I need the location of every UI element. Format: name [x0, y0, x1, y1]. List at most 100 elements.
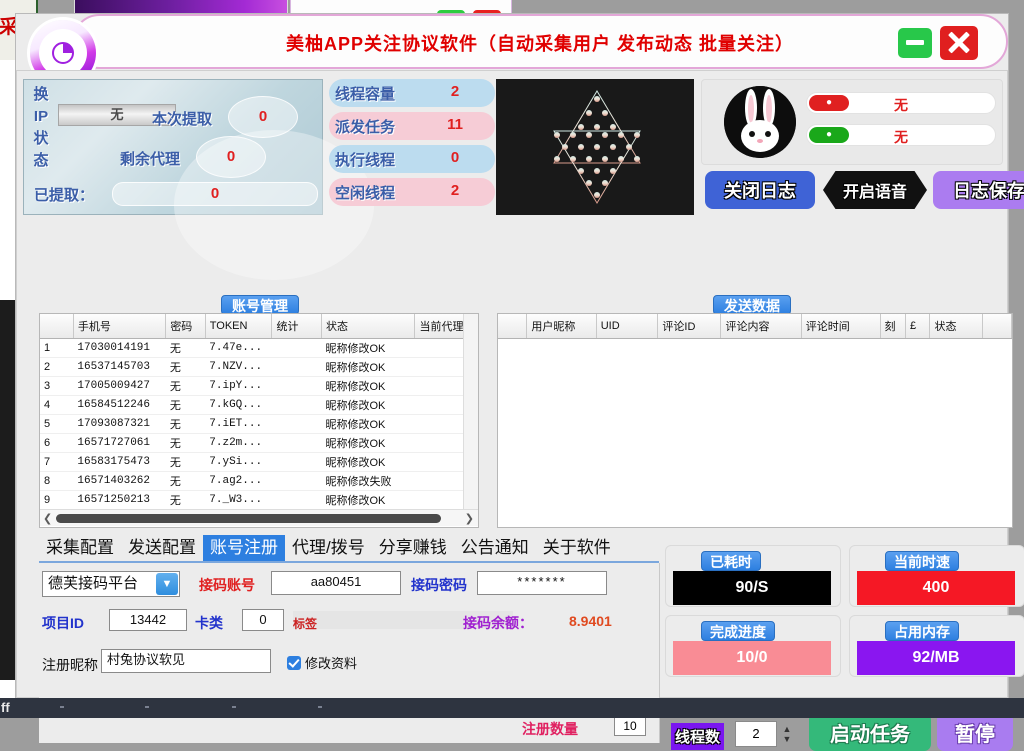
account-grid-table: 手机号密码TOKEN统计状态当前代理 117030014191无7.47e...… — [40, 314, 478, 528]
thread-stat-label: 派发任务 — [335, 116, 395, 137]
table-cell: 无 — [166, 396, 205, 415]
checkbox-checked-icon[interactable] — [287, 656, 301, 670]
send-grid[interactable]: 用户昵称UID评论ID评论内容评论时间刻£状态 — [497, 313, 1013, 528]
table-row[interactable]: 716583175473无7.ySi...昵称修改OK — [40, 453, 478, 472]
send-grid-column-header[interactable]: £ — [906, 314, 930, 339]
table-row[interactable]: 816571403262无7.ag2...昵称修改失败 — [40, 472, 478, 491]
scrollbar-thumb[interactable] — [56, 514, 441, 523]
stat-card-speed: 当前时速 400 — [857, 553, 1015, 607]
table-cell: 昵称修改OK — [322, 396, 415, 415]
thread-stat-label: 线程容量 — [335, 83, 395, 104]
send-grid-column-header[interactable] — [498, 314, 527, 339]
tab-0[interactable]: 采集配置 — [39, 535, 121, 562]
tab-6[interactable]: 关于软件 — [536, 535, 618, 562]
account-field-user: ● 无 — [806, 92, 996, 114]
register-count-input[interactable]: 10 — [614, 716, 646, 736]
caret-down-icon[interactable]: ▼ — [783, 734, 792, 744]
table-row[interactable]: 117030014191无7.47e...昵称修改OK — [40, 339, 478, 358]
table-cell: 昵称修改OK — [322, 434, 415, 453]
thread-count-input[interactable]: 2 — [735, 721, 777, 747]
chevron-left-icon[interactable]: ❮ — [43, 512, 52, 525]
stat-card-progress: 完成进度 10/0 — [673, 623, 831, 677]
start-task-button[interactable]: 启动任务 — [809, 713, 931, 751]
account-grid-body: 117030014191无7.47e...昵称修改OK216537145703无… — [40, 339, 478, 529]
table-cell: 9 — [40, 491, 73, 510]
account-grid-column-header[interactable] — [40, 314, 73, 339]
tab-2[interactable]: 账号注册 — [203, 535, 285, 562]
table-row[interactable]: 916571250213无7._W3...昵称修改OK — [40, 491, 478, 510]
table-row[interactable]: 616571727061无7.z2m...昵称修改OK — [40, 434, 478, 453]
toggle-voice-button[interactable]: 开启语音 — [823, 171, 927, 209]
balance-value: 8.9401 — [569, 613, 612, 629]
tab-5[interactable]: 公告通知 — [454, 535, 536, 562]
account-grid-header-row: 手机号密码TOKEN统计状态当前代理 — [40, 314, 478, 339]
account-grid-column-header[interactable]: 手机号 — [73, 314, 165, 339]
send-grid-column-header[interactable]: 评论时间 — [801, 314, 880, 339]
minimize-button[interactable] — [898, 28, 932, 58]
total-extracted-label: 已提取： — [34, 184, 94, 205]
modify-profile-checkbox[interactable]: 修改资料 — [287, 653, 357, 672]
table-cell: 7._W3... — [205, 491, 272, 510]
send-grid-column-header[interactable]: 状态 — [930, 314, 982, 339]
table-cell: 昵称修改OK — [322, 453, 415, 472]
table-cell: 7.ipY... — [205, 377, 272, 396]
nickname-input[interactable]: 村兔协议软见 — [101, 649, 271, 673]
send-grid-column-header[interactable]: 用户昵称 — [527, 314, 596, 339]
account-input[interactable]: aa80451 — [271, 571, 401, 595]
send-grid-column-header[interactable]: 评论内容 — [721, 314, 801, 339]
send-grid-column-header[interactable]: UID — [596, 314, 658, 339]
table-cell — [272, 377, 322, 396]
send-grid-column-header[interactable]: 刻 — [880, 314, 905, 339]
account-grid-column-header[interactable]: 统计 — [272, 314, 322, 339]
account-grid-horizontal-scrollbar[interactable]: ❮ ❯ — [40, 509, 478, 526]
table-cell — [272, 491, 322, 510]
table-cell: 16571403262 — [73, 472, 165, 491]
table-row[interactable]: 517093087321无7.iET...昵称修改OK — [40, 415, 478, 434]
table-cell: 7.kGQ... — [205, 396, 272, 415]
table-row[interactable]: 416584512246无7.kGQ...昵称修改OK — [40, 396, 478, 415]
send-grid-column-header[interactable] — [982, 314, 1011, 339]
thread-count-stepper[interactable]: ▲ ▼ — [779, 721, 795, 747]
close-button[interactable] — [940, 26, 978, 60]
password-input[interactable]: ******* — [477, 571, 607, 595]
send-grid-column-header[interactable]: 评论ID — [658, 314, 721, 339]
taskbar-label: ff — [1, 700, 10, 715]
stat-card-value: 90/S — [673, 571, 831, 605]
table-row[interactable]: 216537145703无7.NZV...昵称修改OK — [40, 358, 478, 377]
stat-card-caption: 当前时速 — [885, 551, 959, 571]
account-info-card: ● 无 ● 无 — [701, 79, 1003, 165]
project-id-input[interactable]: 13442 — [109, 609, 187, 631]
table-row[interactable]: 317005009427无7.ipY...昵称修改OK — [40, 377, 478, 396]
account-grid-vertical-scrollbar[interactable] — [463, 314, 478, 510]
table-cell: 7.NZV... — [205, 358, 272, 377]
chevron-right-icon[interactable]: ❯ — [465, 512, 474, 525]
chevron-down-icon[interactable]: ▼ — [156, 573, 178, 595]
toggle-log-button[interactable]: 关闭日志 — [705, 171, 815, 209]
top-status-row: 换IP状态 无 本次提取 0 剩余代理 0 已提取： 0 线程容量 2 派发任务… — [23, 75, 1003, 221]
account-grid[interactable]: 手机号密码TOKEN统计状态当前代理 117030014191无7.47e...… — [39, 313, 479, 528]
table-cell: 16537145703 — [73, 358, 165, 377]
platform-select[interactable]: 德芙接码平台 ▼ — [42, 571, 180, 597]
pause-button[interactable]: 暂停 — [937, 713, 1013, 751]
account-grid-column-header[interactable]: 密码 — [166, 314, 205, 339]
total-extracted-value: 0 — [112, 182, 318, 206]
tab-3[interactable]: 代理/拨号 — [285, 535, 372, 562]
thread-stat-label: 执行线程 — [335, 149, 395, 170]
account-grid-column-header[interactable]: TOKEN — [205, 314, 272, 339]
remaining-proxy-label: 剩余代理 — [120, 148, 180, 169]
platform-select-value: 德芙接码平台 — [48, 575, 138, 592]
send-grid-header-row: 用户昵称UID评论ID评论内容评论时间刻£状态 — [498, 314, 1012, 339]
table-cell: 8 — [40, 472, 73, 491]
table-cell: 无 — [166, 377, 205, 396]
account-grid-column-header[interactable]: 状态 — [322, 314, 415, 339]
balance-label: 接码余额： — [463, 613, 533, 633]
table-cell: 7.ySi... — [205, 453, 272, 472]
stat-card-elapsed: 已耗时 90/S — [673, 553, 831, 607]
caret-up-icon[interactable]: ▲ — [783, 724, 792, 734]
card-type-input[interactable]: 0 — [242, 609, 284, 631]
table-cell: 昵称修改失败 — [322, 472, 415, 491]
save-log-button[interactable]: 日志保存 — [933, 171, 1024, 209]
tab-1[interactable]: 发送配置 — [121, 535, 203, 562]
tab-4[interactable]: 分享赚钱 — [372, 535, 454, 562]
table-cell: 7.ag2... — [205, 472, 272, 491]
